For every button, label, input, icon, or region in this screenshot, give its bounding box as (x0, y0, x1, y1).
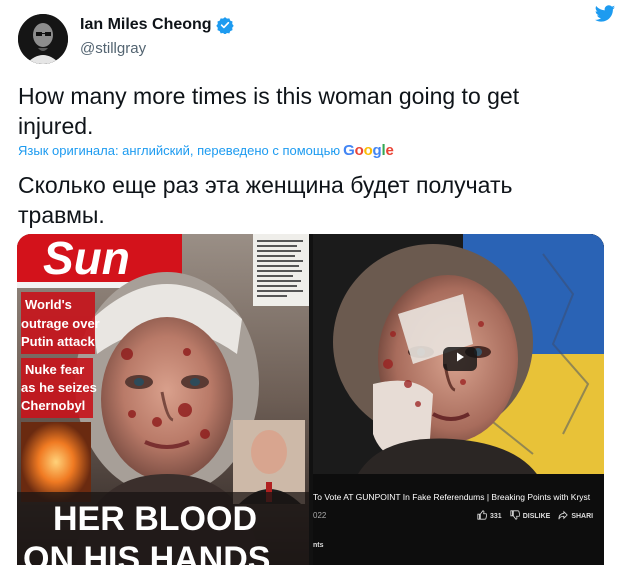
headline-line: as he seizes (21, 380, 97, 395)
translation-note[interactable]: Язык оригинала: английский, переведено с… (18, 143, 340, 158)
video-actions: 331 DISLIKE SHARI (477, 510, 593, 522)
play-icon (454, 350, 466, 368)
thumbs-up-icon (477, 510, 488, 522)
video-title[interactable]: To Vote AT GUNPOINT In Fake Referendums … (313, 492, 604, 502)
masthead-text: Sun (43, 234, 130, 284)
google-letter: g (372, 142, 382, 159)
thumbs-down-icon (510, 510, 520, 522)
translation-attribution[interactable]: Язык оригинала: английский, переведено с… (18, 142, 394, 159)
headline-line: World's (25, 297, 72, 312)
banner-line: ON HIS HANDS (23, 540, 270, 565)
google-logo: Google (343, 142, 394, 159)
headline-line: outrage over (21, 316, 100, 331)
author-name[interactable]: Ian Miles Cheong (80, 16, 234, 35)
share-icon (558, 510, 569, 522)
author-name-text[interactable]: Ian Miles Cheong (80, 16, 212, 34)
media-photo-newspaper[interactable]: Sun World's outrage over Putin attack Nu… (17, 234, 309, 565)
share-button[interactable]: SHARI (558, 510, 593, 522)
tweet-card: Ian Miles Cheong @stillgray How many mor… (0, 0, 620, 565)
google-letter: G (343, 142, 355, 159)
share-label: SHARI (571, 512, 594, 520)
bird-icon[interactable] (594, 4, 616, 24)
headline-line: Chernobyl (21, 398, 85, 413)
tweet-text: How many more times is this woman going … (18, 83, 520, 139)
headline-line: Nuke fear (25, 362, 84, 377)
google-letter: e (385, 142, 394, 159)
media-grid: Sun World's outrage over Putin attack Nu… (17, 234, 604, 565)
verified-badge-icon (215, 16, 234, 35)
play-button[interactable] (443, 347, 477, 371)
media-video-frame[interactable]: To Vote AT GUNPOINT In Fake Referendums … (313, 234, 604, 565)
banner-line: HER BLOOD (53, 500, 257, 538)
video-channel[interactable]: nts (313, 542, 324, 549)
google-letter: o (363, 142, 373, 159)
like-button[interactable]: 331 (477, 510, 502, 522)
dislike-button[interactable]: DISLIKE (510, 510, 551, 522)
google-letter: o (354, 142, 364, 159)
video-date: 022 (313, 511, 327, 520)
like-count: 331 (490, 512, 502, 520)
headline-line: Putin attack (21, 334, 95, 349)
translated-text: Сколько еще раз эта женщина будет получа… (18, 172, 513, 228)
dislike-label: DISLIKE (522, 512, 551, 520)
author-handle[interactable]: @stillgray (80, 40, 146, 57)
avatar[interactable] (18, 14, 68, 64)
